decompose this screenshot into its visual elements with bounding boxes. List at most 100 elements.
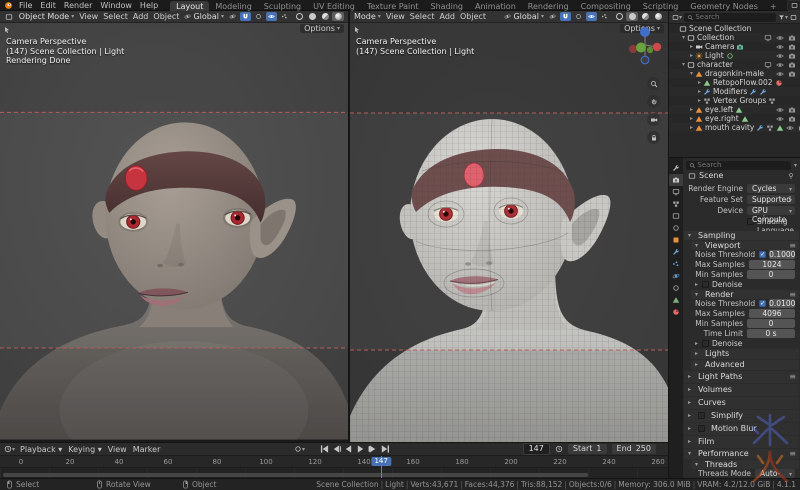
mode-dropdown[interactable]: Mode▾ <box>354 12 381 21</box>
viewport-menu-view[interactable]: View <box>386 12 405 21</box>
workspace-tab-sculpting[interactable]: Sculpting <box>258 1 307 11</box>
outliner-item-dragonkin-male[interactable]: ▾dragonkin-male <box>669 69 800 78</box>
preset-menu-icon[interactable]: ≡ <box>789 290 795 299</box>
properties-tab-render[interactable] <box>669 174 683 186</box>
outliner-item-light[interactable]: ▸Light <box>669 51 800 60</box>
device-dropdown[interactable]: GPU Compute▾ <box>747 206 795 215</box>
properties-options-icon[interactable]: ▾ <box>794 162 797 169</box>
proportional-editing-icon[interactable] <box>253 12 264 21</box>
timeline-menu-playback[interactable]: Playback ▾ <box>20 445 62 454</box>
properties-tab-output[interactable] <box>669 186 683 198</box>
properties-tab-scene[interactable] <box>669 210 683 222</box>
noise-threshold-slider[interactable]: 0.0100 <box>769 299 795 308</box>
panel-volumes[interactable]: ▸Volumes <box>684 384 799 396</box>
workspace-tab-scripting[interactable]: Scripting <box>637 1 685 11</box>
preset-menu-icon[interactable]: ≡ <box>789 241 795 250</box>
viewport-menu-add[interactable]: Add <box>133 12 149 21</box>
max-samples-slider[interactable]: 4096 <box>749 309 795 318</box>
properties-tab-physics[interactable] <box>669 270 683 282</box>
shading-material-preview-icon[interactable] <box>639 12 651 21</box>
editor-type-icon[interactable] <box>4 12 14 21</box>
noise-threshold-checkbox[interactable]: ✓ <box>759 300 766 307</box>
properties-tab-constraints[interactable] <box>669 282 683 294</box>
panel-simplify[interactable]: ▸Simplify <box>684 410 799 422</box>
outliner-item-camera[interactable]: ▸Camera <box>669 42 800 51</box>
zoom-tool-icon[interactable] <box>647 77 660 90</box>
properties-tab-world[interactable] <box>669 222 683 234</box>
threads-mode-dropdown[interactable]: Auto-Detect▾ <box>755 469 795 478</box>
outliner-search-input[interactable] <box>695 13 773 21</box>
properties-tab-material[interactable] <box>669 306 683 318</box>
eye-icon[interactable] <box>776 61 784 69</box>
render-denoise-row[interactable]: ▸ Denoise <box>691 339 800 348</box>
eye-icon[interactable] <box>776 43 784 51</box>
outliner-item-eye-right[interactable]: ▸eye.right <box>669 114 800 123</box>
screen-icon[interactable] <box>764 61 772 69</box>
viewport-menu-select[interactable]: Select <box>410 12 435 21</box>
next-keyframe-button[interactable] <box>368 445 377 453</box>
properties-tab-modifiers[interactable] <box>669 246 683 258</box>
breadcrumb-scene[interactable]: Scene <box>699 171 723 180</box>
panel-sampling-viewport[interactable]: ▾Viewport≡ <box>691 241 799 250</box>
snap-magnet-icon[interactable] <box>560 12 571 21</box>
current-frame-badge[interactable]: 147 <box>371 457 390 466</box>
active-tool-icon[interactable] <box>353 25 361 34</box>
eye-icon[interactable] <box>786 124 794 132</box>
noise-threshold-checkbox[interactable]: ✓ <box>759 251 766 258</box>
properties-tab-object[interactable] <box>669 234 683 246</box>
play-button[interactable] <box>356 445 365 453</box>
menu-window[interactable]: Window <box>96 1 136 10</box>
auto-keying-toggle[interactable]: ▾ <box>294 445 305 453</box>
eye-icon[interactable] <box>776 52 784 60</box>
viewport-menu-object[interactable]: Object <box>153 12 179 21</box>
feature-set-dropdown[interactable]: Supported▾ <box>747 195 795 204</box>
outliner-item-retopoflow-002[interactable]: ▸RetopoFlow.002 <box>669 78 800 87</box>
outliner-item-scene-collection[interactable]: Scene Collection <box>669 24 800 33</box>
outliner-search[interactable] <box>684 13 776 22</box>
eye-icon[interactable] <box>776 106 784 114</box>
panel-curves[interactable]: ▸Curves <box>684 397 799 409</box>
viewport-denoise-checkbox[interactable] <box>702 281 709 288</box>
panel-light-paths[interactable]: ▸Light Paths≡ <box>684 371 799 383</box>
workspace-tab-uv-editing[interactable]: UV Editing <box>307 1 361 11</box>
timeline-ruler[interactable]: 020406080100120140160180200220240260 <box>0 456 668 468</box>
properties-tab-tool[interactable] <box>669 162 683 174</box>
shading-solid-icon[interactable] <box>626 12 638 21</box>
workspace-tab-texture-paint[interactable]: Texture Paint <box>361 1 425 11</box>
outliner-item-modifiers[interactable]: ▸Modifiers <box>669 87 800 96</box>
time-limit-slider[interactable]: 0 s <box>747 329 795 338</box>
active-tool-icon[interactable] <box>3 25 11 34</box>
end-frame-field[interactable]: End250 <box>612 444 656 454</box>
screen-icon[interactable] <box>764 34 772 42</box>
gizmo-toggle-icon[interactable] <box>599 12 610 21</box>
camera-icon[interactable] <box>788 43 796 51</box>
eye-icon[interactable] <box>776 34 784 42</box>
outliner-item-eye-left[interactable]: ▸eye.left <box>669 105 800 114</box>
options-dropdown[interactable]: Options▾ <box>300 24 344 33</box>
outliner-item-collection[interactable]: ▾Collection <box>669 33 800 42</box>
panel-film[interactable]: ▸Film <box>684 436 799 448</box>
viewport-menu-select[interactable]: Select <box>103 12 128 21</box>
shading-solid-icon[interactable] <box>306 12 318 21</box>
mode-dropdown[interactable]: Object Mode▾ <box>19 12 74 21</box>
eye-icon[interactable] <box>776 70 784 78</box>
navigation-gizmo[interactable] <box>628 25 662 69</box>
workspace-tab-shading[interactable]: Shading <box>424 1 469 11</box>
orientation-dropdown[interactable]: Global▾ <box>184 12 224 21</box>
editor-type-icon[interactable]: ▾ <box>4 445 15 453</box>
panel-threads[interactable]: ▾Threads <box>691 460 799 469</box>
workspace-tab-modeling[interactable]: Modeling <box>209 1 257 11</box>
orientation-dropdown[interactable]: Global▾ <box>504 12 544 21</box>
viewport-denoise-row[interactable]: ▸ Denoise <box>691 280 800 289</box>
min-samples-slider[interactable]: 0 <box>747 319 795 328</box>
play-reverse-button[interactable] <box>344 445 353 453</box>
viewport-menu-object[interactable]: Object <box>460 12 486 21</box>
transform-orientation-icon[interactable] <box>547 12 558 21</box>
menu-edit[interactable]: Edit <box>36 1 60 10</box>
panel-advanced[interactable]: ▸Advanced <box>691 360 799 370</box>
properties-tab-particles[interactable] <box>669 258 683 270</box>
viewport-menu-view[interactable]: View <box>79 12 98 21</box>
camera-icon[interactable] <box>788 70 796 78</box>
outliner-item-mouth-cavity[interactable]: ▸mouth cavity <box>669 123 800 132</box>
workspace-tab-animation[interactable]: Animation <box>469 1 522 11</box>
